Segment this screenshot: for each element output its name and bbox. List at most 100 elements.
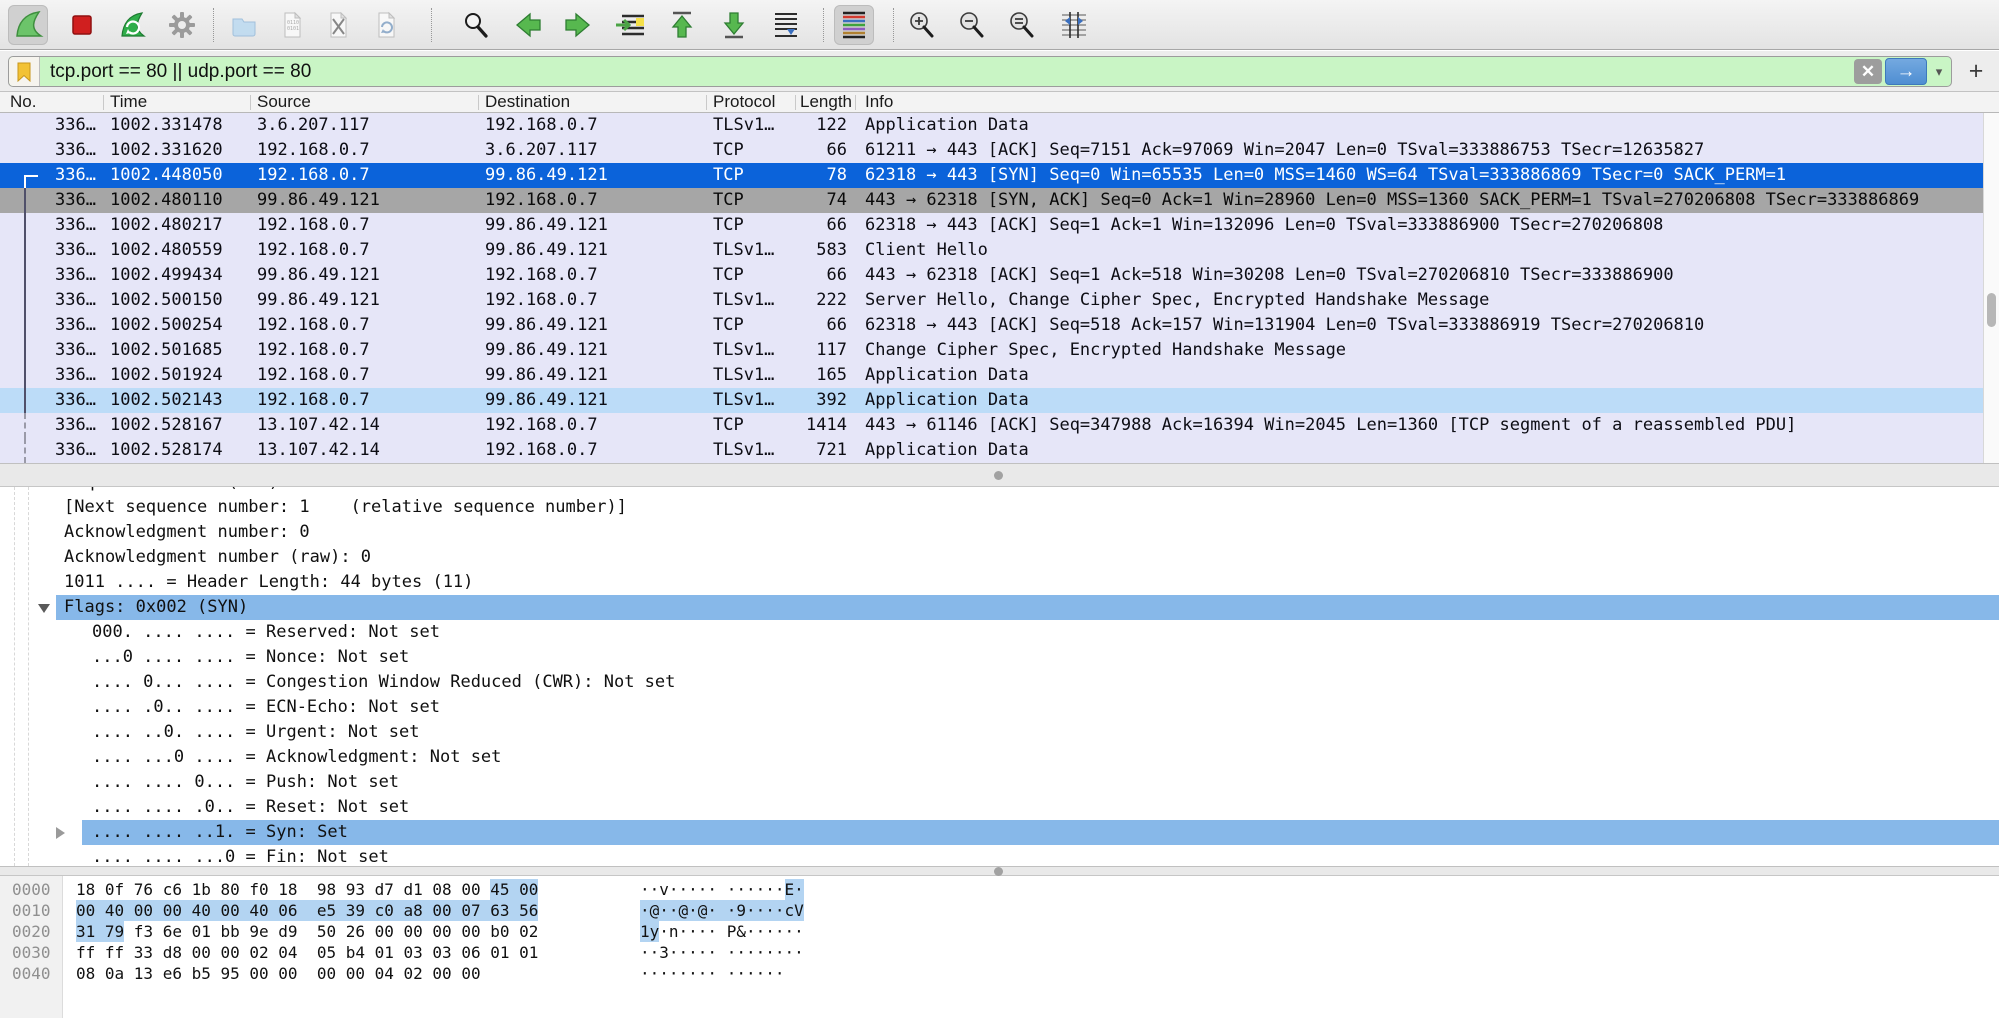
hex-byte-group[interactable]: 31 79 f3 6e 01 bb 9e d9 50 26 00 00 00 0… (76, 921, 538, 942)
detail-line[interactable]: Acknowledgment number: 0 (0, 520, 1999, 545)
pane-splitter-bottom[interactable] (0, 866, 1999, 876)
packet-row[interactable]: 336…1002.50015099.86.49.121192.168.0.7TL… (0, 288, 1983, 313)
zoom-out-button[interactable] (952, 5, 992, 45)
arrow-down-bar-icon (718, 9, 750, 41)
packet-row[interactable]: 336…1002.500254192.168.0.799.86.49.121TC… (0, 313, 1983, 338)
ascii-column[interactable]: ·@··@·@· ·9····cV (640, 900, 804, 921)
detail-line[interactable]: .... .0.. .... = ECN-Echo: Not set (0, 695, 1999, 720)
cell-info: Application Data (865, 113, 1983, 138)
zoom-in-button[interactable] (902, 5, 942, 45)
packet-row[interactable]: 336…1002.501924192.168.0.799.86.49.121TL… (0, 363, 1983, 388)
cell-dst: 99.86.49.121 (485, 338, 703, 363)
packet-row[interactable]: 336…1002.501685192.168.0.799.86.49.121TL… (0, 338, 1983, 363)
packet-row[interactable]: 336…1002.448050192.168.0.799.86.49.121TC… (0, 163, 1983, 188)
first-packet-button[interactable] (662, 5, 702, 45)
save-file-button[interactable]: 01100101 (272, 5, 312, 45)
hex-byte-group[interactable]: 00 40 00 00 40 00 40 06 e5 39 c0 a8 00 0… (76, 900, 538, 921)
packet-list-scrollbar[interactable] (1983, 113, 1999, 463)
colorize-packets-button[interactable] (834, 5, 874, 45)
column-header-length[interactable]: Length (800, 92, 853, 112)
arrow-right-icon (562, 9, 594, 41)
column-header-info[interactable]: Info (865, 92, 1165, 112)
collapse-arrow-icon[interactable] (38, 604, 50, 613)
filter-add-button[interactable]: + (1963, 56, 1989, 86)
filter-apply-button[interactable]: → (1885, 58, 1927, 85)
find-packet-button[interactable] (456, 5, 496, 45)
restart-capture-button[interactable] (112, 5, 152, 45)
detail-line[interactable]: .... .... ..1. = Syn: Set (0, 820, 1999, 845)
hex-line[interactable]: 002031 79 f3 6e 01 bb 9e d9 50 26 00 00 … (0, 921, 1999, 942)
packet-row[interactable]: 336…1002.480217192.168.0.799.86.49.121TC… (0, 213, 1983, 238)
scrollbar-thumb[interactable] (1987, 293, 1996, 327)
detail-line[interactable]: 1011 .... = Header Length: 44 bytes (11) (0, 570, 1999, 595)
detail-line[interactable]: .... .... .0.. = Reset: Not set (0, 795, 1999, 820)
column-separator[interactable] (103, 95, 104, 110)
detail-text: .... ..0. .... = Urgent: Not set (92, 720, 420, 745)
packet-row[interactable]: 336…1002.48011099.86.49.121192.168.0.7TC… (0, 188, 1983, 213)
expand-arrow-icon[interactable] (56, 827, 65, 839)
packet-row[interactable]: 336…1002.502143192.168.0.799.86.49.121TL… (0, 388, 1983, 413)
filter-clear-button[interactable]: ✕ (1854, 59, 1882, 84)
column-separator[interactable] (250, 95, 251, 110)
close-file-button[interactable] (318, 5, 358, 45)
filter-expression-text[interactable]: tcp.port == 80 || udp.port == 80 (40, 61, 1854, 83)
hex-line[interactable]: 000018 0f 76 c6 1b 80 f0 18 98 93 d7 d1 … (0, 879, 1999, 900)
detail-line[interactable]: .... ...0 .... = Acknowledgment: Not set (0, 745, 1999, 770)
detail-line[interactable]: [Next sequence number: 1 (relative seque… (0, 495, 1999, 520)
auto-scroll-button[interactable] (766, 5, 806, 45)
filter-bookmark-button[interactable] (9, 57, 40, 86)
column-separator[interactable] (795, 95, 796, 110)
column-header-time[interactable]: Time (110, 92, 245, 112)
packet-row[interactable]: 336…1002.52816713.107.42.14192.168.0.7TC… (0, 413, 1983, 438)
ascii-column[interactable]: 1y·n···· P&······ (640, 921, 804, 942)
resize-columns-button[interactable] (1054, 5, 1094, 45)
capture-options-button[interactable] (162, 5, 202, 45)
detail-line[interactable]: Acknowledgment number (raw): 0 (0, 545, 1999, 570)
column-header-no[interactable]: No. (10, 92, 100, 112)
packet-row[interactable]: 336…1002.49943499.86.49.121192.168.0.7TC… (0, 263, 1983, 288)
packet-row[interactable]: 336…1002.331620192.168.0.73.6.207.117TCP… (0, 138, 1983, 163)
hex-byte-group[interactable]: 08 0a 13 e6 b5 95 00 00 00 00 04 02 00 0… (76, 963, 481, 984)
column-header-protocol[interactable]: Protocol (713, 92, 791, 112)
next-packet-button[interactable] (558, 5, 598, 45)
ascii-column[interactable]: ··v····· ······E· (640, 879, 804, 900)
packet-row[interactable]: 336…1002.480559192.168.0.799.86.49.121TL… (0, 238, 1983, 263)
filter-history-dropdown[interactable]: ▾ (1927, 64, 1951, 80)
start-capture-button[interactable] (8, 5, 48, 45)
column-header-source[interactable]: Source (257, 92, 472, 112)
column-separator[interactable] (855, 95, 856, 110)
detail-line[interactable]: .... .... ...0 = Fin: Not set (0, 845, 1999, 866)
hex-byte-group[interactable]: ff ff 33 d8 00 00 02 04 05 b4 01 03 03 0… (76, 942, 538, 963)
last-packet-button[interactable] (714, 5, 754, 45)
cell-len: 78 (795, 163, 847, 188)
hex-line[interactable]: 004008 0a 13 e6 b5 95 00 00 00 00 04 02 … (0, 963, 1999, 984)
go-to-packet-button[interactable] (610, 5, 650, 45)
hex-line[interactable]: 0030ff ff 33 d8 00 00 02 04 05 b4 01 03 … (0, 942, 1999, 963)
detail-line[interactable]: Flags: 0x002 (SYN) (0, 595, 1999, 620)
cell-time: 1002.331620 (110, 138, 248, 163)
open-file-button[interactable] (224, 5, 264, 45)
go-to-packet-icon (614, 9, 646, 41)
packet-row[interactable]: 336…1002.3314783.6.207.117192.168.0.7TLS… (0, 113, 1983, 138)
column-header-destination[interactable]: Destination (485, 92, 700, 112)
display-filter-input[interactable]: tcp.port == 80 || udp.port == 80 ✕ → ▾ (8, 56, 1952, 87)
zoom-reset-button[interactable] (1002, 5, 1042, 45)
detail-line[interactable]: Sequence number (raw): 2005041998 (0, 487, 1999, 495)
reload-file-button[interactable] (366, 5, 406, 45)
stop-capture-button[interactable] (62, 5, 102, 45)
cell-no: 336… (0, 163, 96, 188)
detail-line[interactable]: .... 0... .... = Congestion Window Reduc… (0, 670, 1999, 695)
pane-splitter-top[interactable] (0, 463, 1999, 487)
packet-row[interactable]: 336…1002.52817413.107.42.14192.168.0.7TL… (0, 438, 1983, 463)
detail-line[interactable]: .... .... 0... = Push: Not set (0, 770, 1999, 795)
ascii-column[interactable]: ··3····· ········ (640, 942, 804, 963)
column-separator[interactable] (478, 95, 479, 110)
hex-line[interactable]: 001000 40 00 00 40 00 40 06 e5 39 c0 a8 … (0, 900, 1999, 921)
detail-line[interactable]: ...0 .... .... = Nonce: Not set (0, 645, 1999, 670)
hex-byte-group[interactable]: 18 0f 76 c6 1b 80 f0 18 98 93 d7 d1 08 0… (76, 879, 538, 900)
column-separator[interactable] (706, 95, 707, 110)
detail-line[interactable]: .... ..0. .... = Urgent: Not set (0, 720, 1999, 745)
detail-line[interactable]: 000. .... .... = Reserved: Not set (0, 620, 1999, 645)
previous-packet-button[interactable] (508, 5, 548, 45)
ascii-column[interactable]: ········ ······ (640, 963, 785, 984)
